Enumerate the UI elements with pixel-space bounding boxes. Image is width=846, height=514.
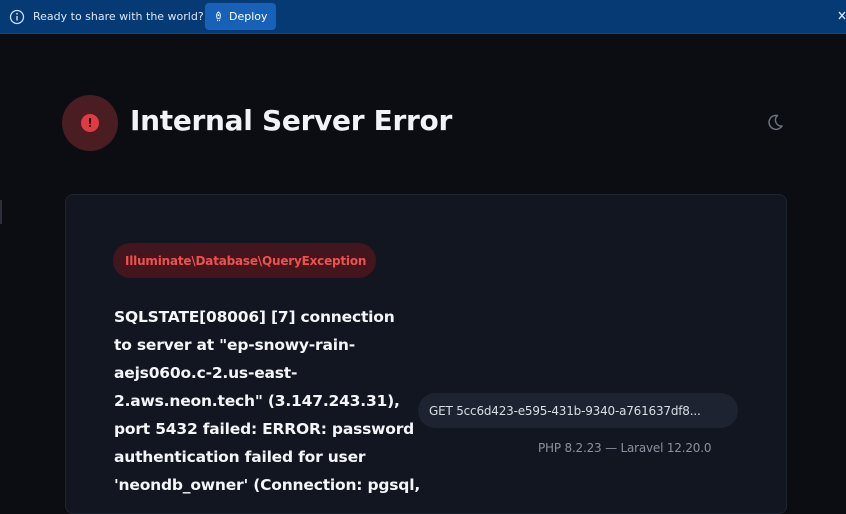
exclamation-icon: ! bbox=[81, 114, 99, 132]
info-icon bbox=[9, 9, 25, 25]
rocket-icon bbox=[216, 11, 221, 22]
moon-icon[interactable] bbox=[764, 111, 786, 133]
deploy-banner: Ready to share with the world? Deploy bbox=[0, 0, 846, 34]
error-message-line: SQLSTATE[08006] [7] connection bbox=[114, 308, 395, 326]
deploy-label: Deploy bbox=[229, 10, 268, 23]
error-message: SQLSTATE[08006] [7] connection to server… bbox=[114, 303, 421, 499]
error-message-line: to server at "ep-snowy-rain- bbox=[114, 336, 355, 354]
scroll-edge bbox=[0, 200, 2, 224]
deploy-button[interactable]: Deploy bbox=[205, 3, 276, 30]
version-info: PHP 8.2.23 — Laravel 12.20.0 bbox=[538, 441, 712, 455]
error-badge: ! bbox=[62, 95, 118, 151]
error-message-line: port 5432 failed: ERROR: password bbox=[114, 420, 415, 438]
page-title: Internal Server Error bbox=[130, 104, 452, 137]
error-message-line: 'neondb_owner' (Connection: pgsql, bbox=[114, 476, 421, 494]
error-message-line: authentication failed for user bbox=[114, 448, 366, 466]
error-message-line: aejs060o.c-2.us-east- bbox=[114, 364, 298, 382]
exception-class-badge: Illuminate\Database\QueryException bbox=[113, 243, 376, 278]
close-icon[interactable] bbox=[836, 9, 846, 23]
banner-message: Ready to share with the world? bbox=[33, 10, 204, 23]
request-badge[interactable]: GET 5cc6d423-e595-431b-9340-a761637df8..… bbox=[418, 393, 738, 428]
error-message-line: 2.aws.neon.tech" (3.147.243.31), bbox=[114, 392, 400, 410]
